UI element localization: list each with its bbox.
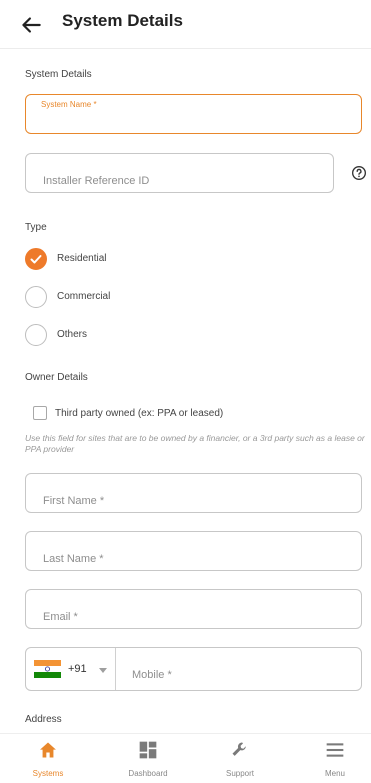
owner-details-heading: Owner Details <box>25 372 88 383</box>
phone-divider <box>115 648 116 690</box>
radio-unchecked-icon[interactable] <box>25 286 47 308</box>
dashboard-icon <box>139 741 157 759</box>
radio-commercial[interactable]: Commercial <box>25 286 225 310</box>
radio-others[interactable]: Others <box>25 324 225 348</box>
email-field[interactable]: Email * <box>25 589 362 629</box>
nav-label-systems: Systems <box>32 769 64 778</box>
address-heading: Address <box>25 714 62 725</box>
installer-reference-placeholder: Installer Reference ID <box>43 175 150 187</box>
last-name-placeholder: Last Name * <box>43 553 104 565</box>
type-heading: Type <box>25 222 47 233</box>
nav-label-support: Support <box>225 769 255 778</box>
chevron-down-icon[interactable] <box>99 668 107 673</box>
email-placeholder: Email * <box>43 611 78 623</box>
wrench-icon <box>232 742 246 756</box>
app-header: System Details <box>0 0 371 49</box>
third-party-label: Third party owned (ex: PPA or leased) <box>55 408 224 419</box>
nav-item-dashboard[interactable]: Dashboard <box>102 734 194 783</box>
mobile-placeholder[interactable]: Mobile * <box>132 669 172 681</box>
radio-label-others: Others <box>57 329 88 340</box>
last-name-field[interactable]: Last Name * <box>25 531 362 571</box>
bottom-navigation: Systems Dashboard Support Menu <box>0 733 371 783</box>
first-name-field[interactable]: First Name * <box>25 473 362 513</box>
country-code[interactable]: +91 <box>68 663 87 675</box>
system-name-field[interactable]: System Name * <box>25 94 362 134</box>
system-name-label: System Name * <box>41 100 97 109</box>
back-arrow-icon[interactable] <box>18 12 44 38</box>
nav-label-dashboard: Dashboard <box>128 769 168 778</box>
india-flag-icon[interactable] <box>34 660 61 678</box>
help-icon[interactable] <box>351 165 367 181</box>
radio-checked-icon[interactable] <box>25 248 47 270</box>
radio-unchecked-icon[interactable] <box>25 324 47 346</box>
first-name-placeholder: First Name * <box>43 495 105 507</box>
system-details-heading: System Details <box>25 69 92 80</box>
hamburger-menu-icon <box>326 743 344 757</box>
nav-label-menu: Menu <box>324 769 345 778</box>
home-icon <box>40 742 56 758</box>
page-title: System Details <box>62 11 183 30</box>
mobile-field-group: +91 Mobile * <box>25 647 362 691</box>
nav-item-support[interactable]: Support <box>194 734 286 783</box>
nav-item-menu[interactable]: Menu <box>289 734 371 783</box>
installer-reference-field[interactable]: Installer Reference ID <box>25 153 334 193</box>
third-party-checkbox[interactable] <box>33 406 47 420</box>
radio-label-commercial: Commercial <box>57 291 111 302</box>
radio-label-residential: Residential <box>57 253 107 264</box>
radio-residential[interactable]: Residential <box>25 248 225 272</box>
third-party-helper-text: Use this field for sites that are to be … <box>25 433 365 454</box>
nav-item-systems[interactable]: Systems <box>2 734 94 783</box>
